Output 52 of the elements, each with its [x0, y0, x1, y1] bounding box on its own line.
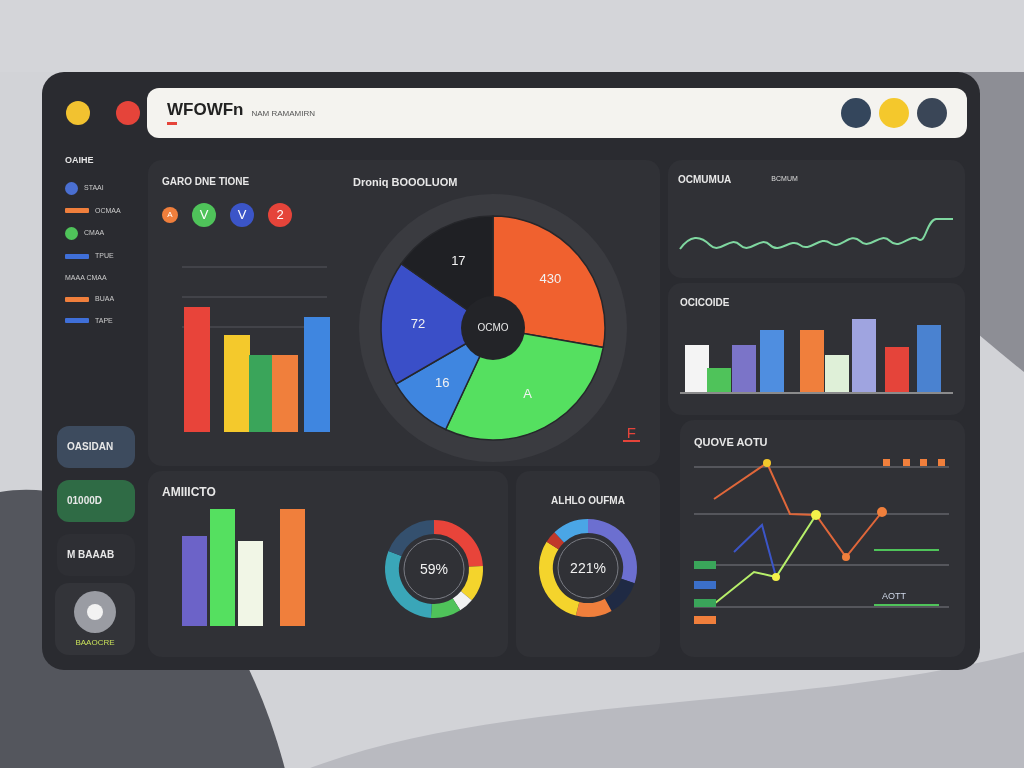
- donut-label: 221%: [570, 558, 606, 578]
- chart-note: AOTT: [882, 590, 906, 601]
- status-badge: 2: [268, 203, 292, 227]
- bar: [885, 347, 909, 392]
- slice-label: 16: [435, 374, 450, 390]
- slice-label: 17: [451, 252, 466, 268]
- legend-swatch: [694, 615, 716, 624]
- panel-title: ALHLO OUFMA: [551, 494, 625, 508]
- slice-label: A: [523, 385, 532, 401]
- bar: [760, 330, 784, 392]
- panel-title: OCMUMUA: [678, 173, 732, 187]
- panel-title: GARO DNE TIONE: [162, 175, 251, 189]
- avatar-icon: [73, 589, 117, 634]
- donut-inner-ring: [403, 538, 465, 600]
- data-point: [811, 509, 821, 520]
- sidebar-card[interactable]: OASIDAN: [57, 425, 135, 468]
- header-circle-button[interactable]: [917, 98, 947, 128]
- data-point: [877, 506, 887, 517]
- legend-swatch: [938, 458, 945, 466]
- slice-label: 430: [539, 270, 562, 286]
- center-label: OCMO: [477, 321, 509, 333]
- pie-center: [461, 295, 525, 360]
- sidebar-card[interactable]: 01000D: [57, 479, 135, 522]
- app-title: WFOWFn: [167, 101, 244, 118]
- sidebar-heading: OAIHE: [64, 154, 95, 167]
- donut-inner-ring: [557, 537, 619, 599]
- data-point: [842, 552, 850, 561]
- data-point: [763, 458, 771, 467]
- app-subtitle: NAM RAMAMIRN: [251, 110, 316, 118]
- legend-swatch: [903, 458, 910, 466]
- profile-label: BAAOCRE: [75, 636, 115, 649]
- donut-label: 59%: [420, 559, 448, 579]
- panel-title: Droniq BOOOLUOM: [353, 175, 459, 190]
- legend-swatch: [694, 580, 716, 589]
- legend-swatch: [694, 560, 716, 569]
- header-circle-button[interactable]: [841, 98, 871, 128]
- chart-line: [873, 603, 940, 606]
- bar: [917, 325, 941, 392]
- status-badge: V: [192, 203, 216, 227]
- sidebar-card[interactable]: M BAAAB: [57, 533, 135, 576]
- panel-title: OCICOIDE: [680, 296, 731, 310]
- slice-label: 72: [410, 315, 426, 331]
- marker-label: F: [622, 425, 640, 442]
- panel-title: AMIIICTO: [162, 484, 217, 501]
- panel-title: QUOVE AOTU: [694, 435, 769, 450]
- accent-mark: [167, 122, 177, 125]
- legend-swatch: [883, 458, 890, 466]
- data-point: [772, 572, 780, 581]
- legend-swatch: [920, 458, 927, 466]
- status-badge: A: [162, 207, 178, 223]
- status-badge: V: [230, 203, 254, 227]
- legend-swatch: [694, 598, 716, 607]
